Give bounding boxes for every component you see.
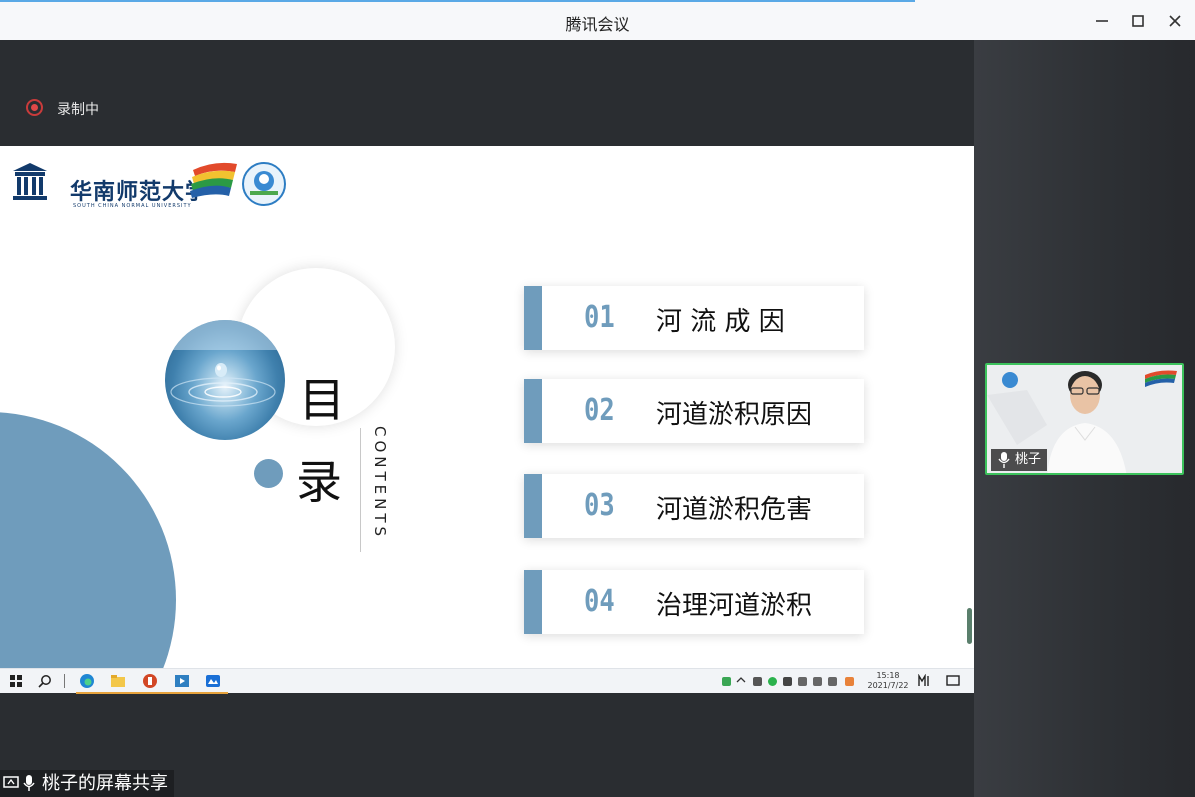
toc-item: 04 治理河道淤积 [524, 570, 864, 634]
toc-item-number: 01 [584, 300, 615, 335]
toc-item-number: 03 [584, 488, 615, 523]
title-accent-line [0, 0, 915, 2]
slideshow-icon[interactable] [174, 673, 190, 689]
microphone-icon [23, 775, 35, 791]
minimize-icon[interactable] [1089, 8, 1115, 34]
input-method-icon[interactable] [845, 677, 854, 686]
toc-heading-char-2: 录 [296, 455, 342, 509]
toc-item: 02 河道淤积原因 [524, 379, 864, 443]
toc-item-number: 02 [584, 393, 615, 428]
toc-item-bar [524, 286, 542, 350]
network-icon[interactable] [828, 677, 837, 686]
record-dot-icon [26, 99, 43, 116]
decor-vertical-line [360, 428, 361, 552]
meeting-window: 腾讯会议 录制中 华南师范大学 SOUTH CHINA NORMAL UNIVE… [0, 0, 1195, 797]
slide-scrollbar[interactable] [967, 608, 972, 644]
chevron-up-icon[interactable] [735, 674, 747, 686]
app-tray-icon[interactable] [768, 677, 777, 686]
title-bar: 腾讯会议 [0, 0, 1195, 40]
taskbar-date: 2021/7/22 [867, 681, 909, 690]
university-crest-icon [13, 163, 47, 200]
file-explorer-icon[interactable] [110, 673, 126, 689]
screen-share-area: 录制中 华南师范大学 SOUTH CHINA NORMAL UNIVERSITY [0, 40, 974, 797]
toc-item-bar [524, 379, 542, 443]
shared-taskbar: 15:18 2021/7/22 [0, 668, 974, 694]
toc-item: 01 河 流 成 因 [524, 286, 864, 350]
battery-icon[interactable] [722, 677, 731, 686]
device-tray-icon[interactable] [783, 677, 792, 686]
university-name-cn: 华南师范大学 [70, 179, 209, 205]
participant-name: 桃子 [1015, 452, 1042, 467]
toc-item-text: 治理河道淤积 [656, 591, 813, 621]
toc-heading-char-1: 目 [299, 373, 345, 427]
window-title: 腾讯会议 [565, 15, 630, 34]
screen-share-text: 桃子的屏幕共享 [42, 773, 168, 794]
edge-browser-icon[interactable] [79, 673, 95, 689]
toc-item-bar [524, 474, 542, 538]
toc-item: 03 河道淤积危害 [524, 474, 864, 538]
search-icon[interactable] [37, 673, 53, 689]
mic-tray-icon[interactable] [753, 677, 762, 686]
toc-item-text: 河 流 成 因 [656, 307, 785, 337]
notification-icon[interactable] [946, 674, 960, 688]
decor-small-dot [254, 459, 283, 488]
recording-label: 录制中 [57, 102, 99, 118]
tencent-meeting-icon[interactable] [205, 673, 221, 689]
presentation-slide: 华南师范大学 SOUTH CHINA NORMAL UNIVERSITY 目 录… [0, 146, 974, 668]
participant-mic-icon [998, 452, 1010, 468]
department-badge-icon [242, 162, 286, 206]
university-logo: 华南师范大学 SOUTH CHINA NORMAL UNIVERSITY [11, 158, 291, 209]
maximize-icon[interactable] [1125, 8, 1151, 34]
powerpoint-icon[interactable] [142, 673, 158, 689]
toc-item-text: 河道淤积原因 [656, 400, 813, 430]
participant-video-tile[interactable]: 桃子 [985, 363, 1184, 475]
taskbar-clock[interactable]: 15:18 2021/7/22 [866, 671, 910, 691]
toc-item-text: 河道淤积危害 [656, 495, 813, 525]
wifi-icon[interactable] [798, 677, 807, 686]
college-emblem-icon [190, 162, 237, 198]
ime-icon[interactable] [918, 674, 932, 688]
windows-start-icon[interactable] [8, 673, 24, 689]
decor-large-circle [0, 412, 176, 668]
screen-share-label: 桃子的屏幕共享 [0, 770, 174, 797]
taskbar-time: 15:18 [876, 671, 900, 680]
screen-share-icon [3, 776, 19, 788]
toc-item-bar [524, 570, 542, 634]
participant-name-tag: 桃子 [991, 449, 1048, 471]
taskbar-divider [64, 674, 65, 688]
water-drop-image [165, 320, 285, 440]
volume-icon[interactable] [813, 677, 822, 686]
university-name-en: SOUTH CHINA NORMAL UNIVERSITY [73, 203, 192, 209]
toc-item-number: 04 [584, 584, 615, 619]
active-app-indicator [76, 692, 228, 694]
contents-vertical-label: CONTENTS [371, 426, 389, 541]
participant-panel: 桃子 [974, 40, 1195, 797]
close-icon[interactable] [1162, 8, 1188, 34]
